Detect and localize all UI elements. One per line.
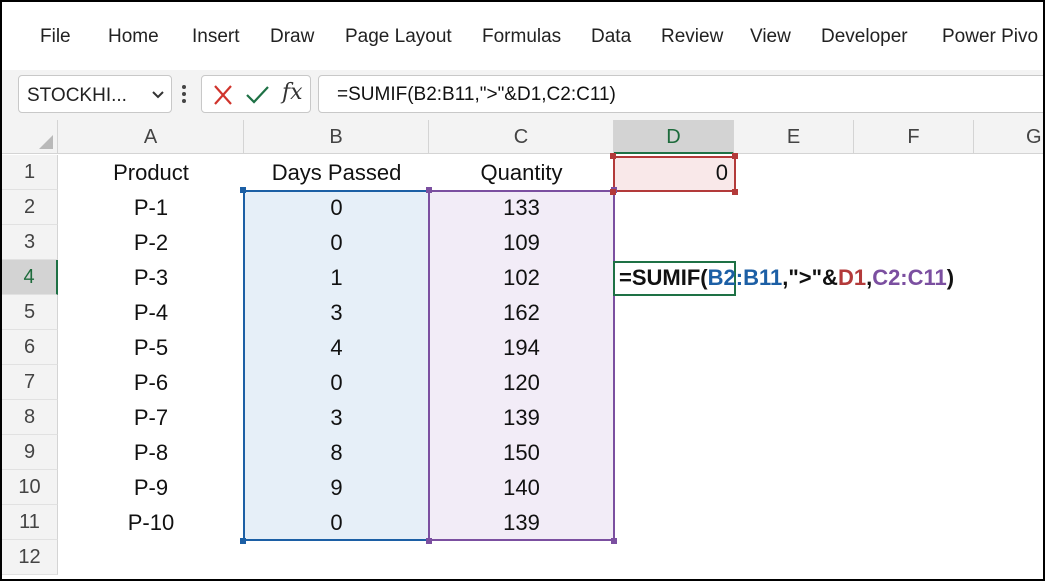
row-header-3[interactable]: 3 <box>2 225 58 260</box>
cell-quantity[interactable]: 102 <box>429 260 614 295</box>
cell-quantity[interactable]: 139 <box>429 400 614 435</box>
tab-page-layout[interactable]: Page Layout <box>345 26 452 48</box>
row-header-6[interactable]: 6 <box>2 330 58 365</box>
row-header-4[interactable]: 4 <box>2 260 58 295</box>
worksheet-grid[interactable]: A B C D E F G 1 2 3 4 5 6 7 8 9 10 11 12 <box>2 120 1043 579</box>
formula-part: ) <box>946 265 955 290</box>
formula-part: ,">"& <box>782 265 838 290</box>
row-header-5[interactable]: 5 <box>2 295 58 330</box>
cell-days[interactable]: 0 <box>244 365 429 400</box>
cell-product[interactable]: P-7 <box>58 400 244 435</box>
chevron-down-icon[interactable] <box>149 83 167 105</box>
cell-product[interactable]: P-4 <box>58 295 244 330</box>
cell-quantity[interactable]: 120 <box>429 365 614 400</box>
select-all-button[interactable] <box>2 120 58 154</box>
row-header-9[interactable]: 9 <box>2 435 58 470</box>
cell-quantity[interactable]: 133 <box>429 190 614 225</box>
tab-home[interactable]: Home <box>108 26 159 48</box>
row-header-11[interactable]: 11 <box>2 505 58 540</box>
cell-days[interactable]: 9 <box>244 470 429 505</box>
row-header-10[interactable]: 10 <box>2 470 58 505</box>
cell-quantity[interactable]: 139 <box>429 505 614 540</box>
column-header-e[interactable]: E <box>734 120 854 154</box>
row-header-7[interactable]: 7 <box>2 365 58 400</box>
cell-quantity[interactable]: 140 <box>429 470 614 505</box>
tab-power-pivot[interactable]: Power Pivo <box>942 26 1038 48</box>
cell-days[interactable]: 1 <box>244 260 429 295</box>
cancel-icon[interactable] <box>210 83 236 107</box>
name-box-value: STOCKHI... <box>27 85 127 106</box>
tab-review[interactable]: Review <box>661 26 723 48</box>
cell-quantity[interactable]: 109 <box>429 225 614 260</box>
cell-b1[interactable]: Days Passed <box>244 155 429 190</box>
cell-product[interactable]: P-10 <box>58 505 244 540</box>
formula-input[interactable]: =SUMIF(B2:B11,">"&D1,C2:C11) <box>318 75 1043 113</box>
tab-developer[interactable]: Developer <box>821 26 908 48</box>
tab-view[interactable]: View <box>750 26 791 48</box>
cell-product[interactable]: P-1 <box>58 190 244 225</box>
cell-days[interactable]: 0 <box>244 190 429 225</box>
row-header-12[interactable]: 12 <box>2 540 58 575</box>
cell-quantity[interactable]: 150 <box>429 435 614 470</box>
column-header-a[interactable]: A <box>58 120 244 154</box>
cell-days[interactable]: 0 <box>244 225 429 260</box>
column-header-d[interactable]: D <box>614 120 734 154</box>
cell-product[interactable]: P-5 <box>58 330 244 365</box>
column-header-g[interactable]: G <box>974 120 1043 154</box>
cell-d1[interactable]: 0 <box>614 155 734 190</box>
cell-c1[interactable]: Quantity <box>429 155 614 190</box>
cell-days[interactable]: 8 <box>244 435 429 470</box>
tab-formulas[interactable]: Formulas <box>482 26 561 48</box>
ribbon-tabs: File Home Insert Draw Page Layout Formul… <box>2 2 1043 70</box>
cell-product[interactable]: P-8 <box>58 435 244 470</box>
cell-product[interactable]: P-3 <box>58 260 244 295</box>
name-box[interactable]: STOCKHI... <box>18 75 172 113</box>
tab-file[interactable]: File <box>40 26 71 48</box>
cell-days[interactable]: 3 <box>244 400 429 435</box>
formula-bar: STOCKHI... fx =SUMIF(B2:B11,">"&D1,C2:C1… <box>2 70 1043 120</box>
formula-buttons: fx <box>201 75 311 113</box>
cell-product[interactable]: P-6 <box>58 365 244 400</box>
formula-ref-d1: D1 <box>837 265 867 290</box>
column-header-b[interactable]: B <box>244 120 429 154</box>
formula-ref-b2-b11: B2:B11 <box>707 265 783 290</box>
formula-ref-c2-c11: C2:C11 <box>872 265 947 290</box>
column-header-f[interactable]: F <box>854 120 974 154</box>
more-options-icon[interactable] <box>178 78 190 110</box>
excel-window: File Home Insert Draw Page Layout Formul… <box>2 2 1043 579</box>
formula-text: =SUMIF(B2:B11,">"&D1,C2:C11) <box>337 84 616 105</box>
in-cell-formula[interactable]: =SUMIF(B2:B11,">"&D1,C2:C11) <box>619 260 954 295</box>
row-header-8[interactable]: 8 <box>2 400 58 435</box>
formula-part: =SUMIF( <box>619 265 708 290</box>
row-header-1[interactable]: 1 <box>2 155 58 190</box>
tab-insert[interactable]: Insert <box>192 26 240 48</box>
tab-draw[interactable]: Draw <box>270 26 314 48</box>
cell-quantity[interactable]: 162 <box>429 295 614 330</box>
enter-check-icon[interactable] <box>244 83 270 107</box>
cell-days[interactable]: 3 <box>244 295 429 330</box>
row-header-2[interactable]: 2 <box>2 190 58 225</box>
insert-function-button[interactable]: fx <box>282 80 303 105</box>
tab-data[interactable]: Data <box>591 26 631 48</box>
cell-product[interactable]: P-9 <box>58 470 244 505</box>
cell-quantity[interactable]: 194 <box>429 330 614 365</box>
cell-product[interactable]: P-2 <box>58 225 244 260</box>
cell-a1[interactable]: Product <box>58 155 244 190</box>
column-header-c[interactable]: C <box>429 120 614 154</box>
cell-days[interactable]: 4 <box>244 330 429 365</box>
cell-days[interactable]: 0 <box>244 505 429 540</box>
